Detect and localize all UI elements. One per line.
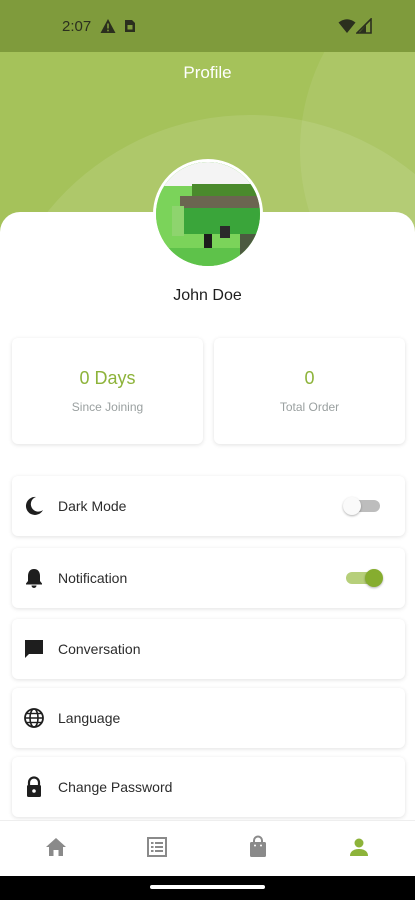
alert-icon xyxy=(100,19,116,33)
settings-row-notification[interactable]: Notification xyxy=(12,548,405,608)
profile-name: John Doe xyxy=(173,287,242,304)
profile-icon[interactable] xyxy=(347,835,371,859)
gesture-bar xyxy=(0,876,415,900)
stat-value: 0 xyxy=(304,368,315,388)
stat-label: Since Joining xyxy=(71,400,144,414)
page-title: Profile xyxy=(183,63,232,82)
toggle-thumb xyxy=(343,497,361,515)
settings-row-dark-mode[interactable]: Dark Mode xyxy=(12,476,405,536)
avatar[interactable] xyxy=(153,159,263,269)
stat-label: Total Order xyxy=(279,400,340,414)
chat-icon xyxy=(25,640,43,658)
moon-icon xyxy=(25,496,43,515)
lock-icon xyxy=(27,776,41,797)
bottom-navigation xyxy=(0,820,415,876)
cell-signal-icon xyxy=(356,18,372,34)
stat-card-days: 0 Days Since Joining xyxy=(12,338,203,444)
settings-row-language[interactable]: Language xyxy=(12,688,405,748)
wifi-icon xyxy=(338,19,356,33)
stat-card-orders: 0 Total Order xyxy=(214,338,405,444)
home-icon[interactable] xyxy=(44,835,68,859)
settings-row-label: Change Password xyxy=(58,779,173,795)
settings-row-label: Dark Mode xyxy=(58,498,127,514)
settings-row-label: Conversation xyxy=(58,641,141,657)
settings-row-label: Notification xyxy=(58,570,128,586)
settings-row-conversation[interactable]: Conversation xyxy=(12,619,405,679)
home-indicator[interactable] xyxy=(150,885,265,889)
globe-icon xyxy=(24,708,44,728)
bell-icon xyxy=(26,569,42,588)
status-bar: 2:07 xyxy=(0,0,415,52)
toggle-thumb xyxy=(365,569,383,587)
orders-list-icon[interactable] xyxy=(145,835,169,859)
stat-value: 0 Days xyxy=(79,368,136,388)
avatar-image xyxy=(156,162,260,266)
dark-mode-toggle[interactable] xyxy=(343,497,383,515)
notification-toggle[interactable] xyxy=(343,569,383,587)
settings-row-change-password[interactable]: Change Password xyxy=(12,757,405,817)
shopping-bag-icon[interactable] xyxy=(246,835,270,859)
settings-row-label: Language xyxy=(58,710,121,726)
sim-card-icon xyxy=(125,20,135,32)
status-time: 2:07 xyxy=(62,18,92,35)
